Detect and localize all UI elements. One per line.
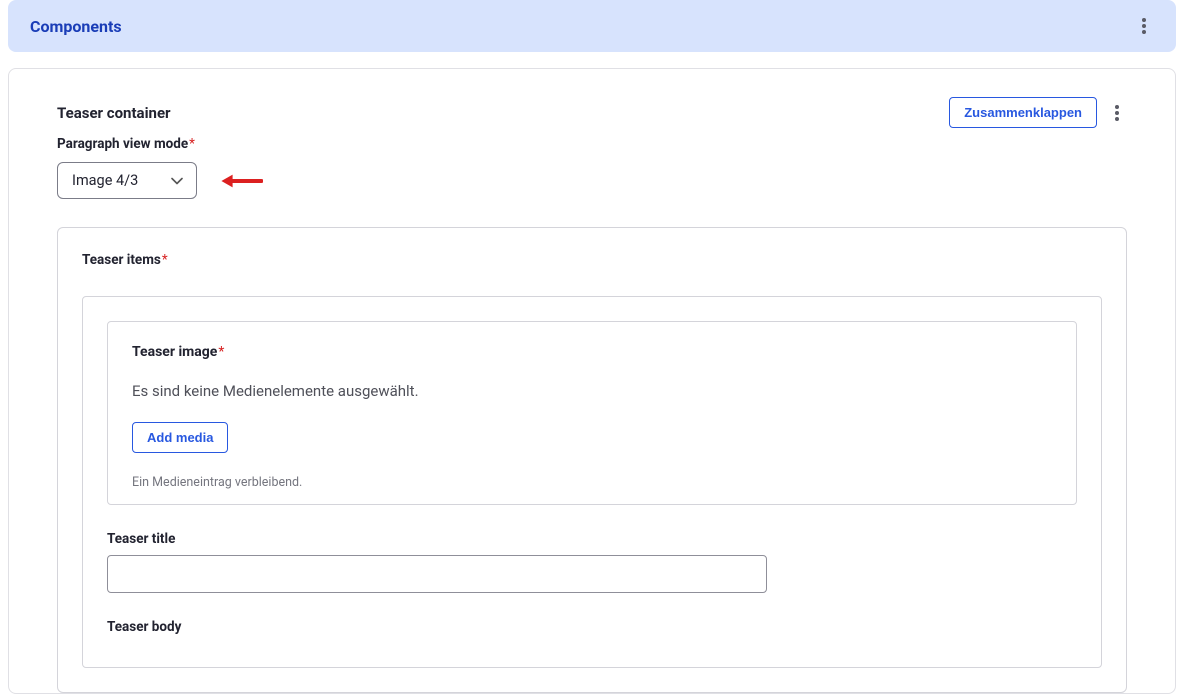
teaser-body-label: Teaser body [107,619,1077,635]
view-mode-field: Paragraph view mode* Image 4/3 [57,136,1127,199]
teaser-title-input[interactable] [107,555,767,593]
page-title: Components [30,17,122,36]
required-indicator: * [218,344,224,360]
annotation-arrow-icon [215,170,263,192]
components-header: Components [8,0,1176,52]
teaser-container-card: Teaser container Zusammenklappen Paragra… [8,68,1176,694]
view-mode-label: Paragraph view mode* [57,136,1127,152]
teaser-title-field: Teaser title [107,531,1077,593]
teaser-body-field: Teaser body [107,619,1077,635]
teaser-items-label: Teaser items* [82,252,1102,268]
teaser-title-label: Teaser title [107,531,1077,547]
view-mode-value: Image 4/3 [57,162,197,199]
teaser-item: Teaser image* Es sind keine Medienelemen… [82,296,1102,668]
add-media-button[interactable]: Add media [132,422,228,453]
view-mode-select[interactable]: Image 4/3 [57,162,197,199]
teaser-image-hint: Ein Medieneintrag verbleibend. [132,475,1052,490]
card-kebab-icon[interactable] [1107,101,1127,125]
teaser-image-empty-text: Es sind keine Medienelemente ausgewählt. [132,382,1052,400]
card-header: Teaser container Zusammenklappen [57,97,1127,128]
teaser-image-field: Teaser image* Es sind keine Medienelemen… [107,321,1077,505]
collapse-button[interactable]: Zusammenklappen [949,97,1097,128]
card-header-actions: Zusammenklappen [949,97,1127,128]
required-indicator: * [189,136,195,152]
teaser-container-title: Teaser container [57,104,171,122]
required-indicator: * [162,252,168,268]
teaser-items-fieldset: Teaser items* Teaser image* Es sind kein… [57,227,1127,693]
teaser-image-label: Teaser image* [132,344,1052,360]
header-kebab-icon[interactable] [1134,14,1154,38]
